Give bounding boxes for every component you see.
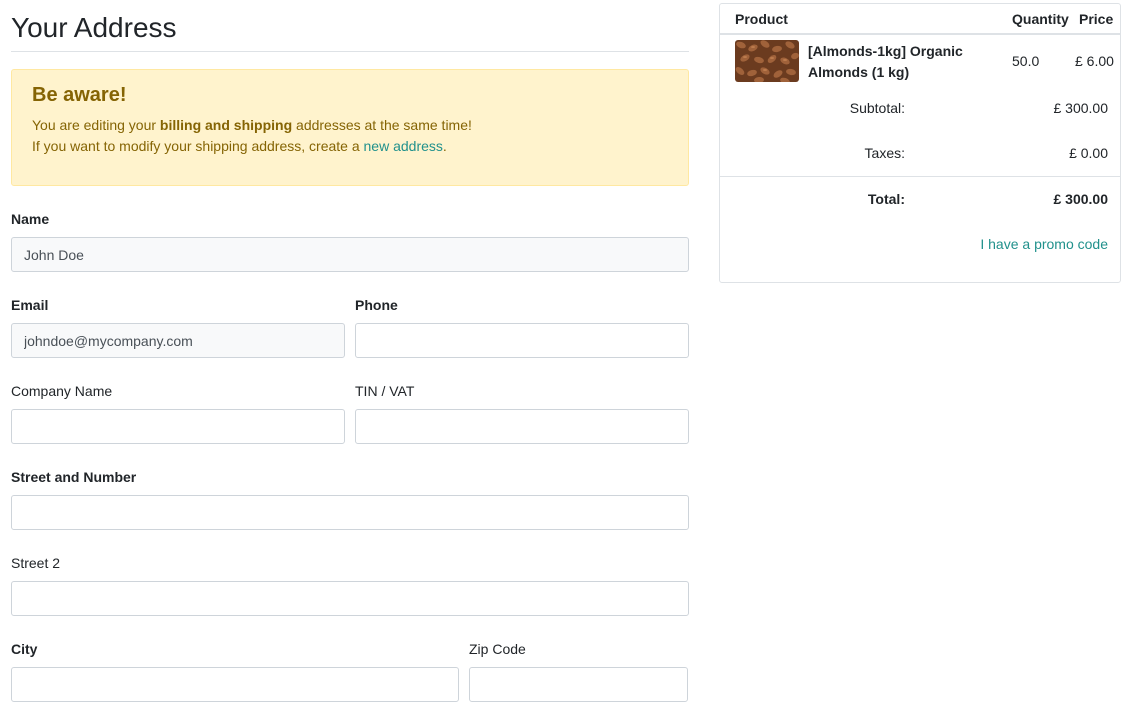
name-input[interactable] <box>11 237 689 272</box>
cart-product-name[interactable]: [Almonds-1kg] Organic Almonds (1 kg) <box>808 41 978 83</box>
street2-label: Street 2 <box>11 555 61 571</box>
page-title: Your Address <box>11 0 689 52</box>
alert-line-1: You are editing your billing and shippin… <box>32 115 668 136</box>
street-label: Street and Number <box>11 469 137 485</box>
vat-input[interactable] <box>355 409 689 444</box>
subtotal-label: Subtotal: <box>849 100 905 116</box>
taxes-label: Taxes: <box>864 145 905 161</box>
phone-label: Phone <box>355 297 398 313</box>
street-input[interactable] <box>11 495 689 530</box>
city-label: City <box>11 641 38 657</box>
alert-text: If you want to modify your shipping addr… <box>32 138 364 154</box>
product-header: Product <box>735 11 788 27</box>
city-input[interactable] <box>11 667 459 702</box>
cart-header-row: Product Quantity Price <box>720 4 1120 35</box>
almonds-image-icon <box>735 40 799 82</box>
company-input[interactable] <box>11 409 345 444</box>
order-summary: Product Quantity Price [Almonds-1kg] Org… <box>719 3 1121 283</box>
alert-title: Be aware! <box>32 84 127 106</box>
quantity-header: Quantity <box>1012 11 1069 27</box>
company-label: Company Name <box>11 383 113 399</box>
alert-text: You are editing your <box>32 117 160 133</box>
vat-label: TIN / VAT <box>355 383 415 399</box>
alert-bold-text: billing and shipping <box>159 117 293 133</box>
zip-label: Zip Code <box>469 641 526 657</box>
taxes-value: £ 0.00 <box>1069 145 1108 161</box>
cart-product-quantity: 50.0 <box>1012 53 1040 69</box>
street2-input[interactable] <box>11 581 689 616</box>
email-label: Email <box>11 297 49 313</box>
phone-input[interactable] <box>355 323 689 358</box>
alert-text: addresses at the same time! <box>292 117 472 133</box>
total-divider <box>720 176 1120 177</box>
name-label: Name <box>11 211 50 227</box>
subtotal-value: £ 300.00 <box>1053 100 1109 116</box>
email-input[interactable] <box>11 323 345 358</box>
address-form-column: Your Address Be aware! You are editing y… <box>11 0 689 702</box>
zip-input[interactable] <box>469 667 688 702</box>
price-header: Price <box>1079 11 1114 27</box>
total-label: Total: <box>867 191 905 207</box>
cart-product-price: £ 6.00 <box>1075 53 1114 69</box>
alert-line-2: If you want to modify your shipping addr… <box>32 136 668 157</box>
new-address-link[interactable]: new address <box>364 138 443 154</box>
promo-code-link[interactable]: I have a promo code <box>980 236 1108 252</box>
warning-alert: Be aware! You are editing your billing a… <box>11 69 689 186</box>
total-value: £ 300.00 <box>1053 191 1109 207</box>
alert-text: . <box>442 138 447 154</box>
